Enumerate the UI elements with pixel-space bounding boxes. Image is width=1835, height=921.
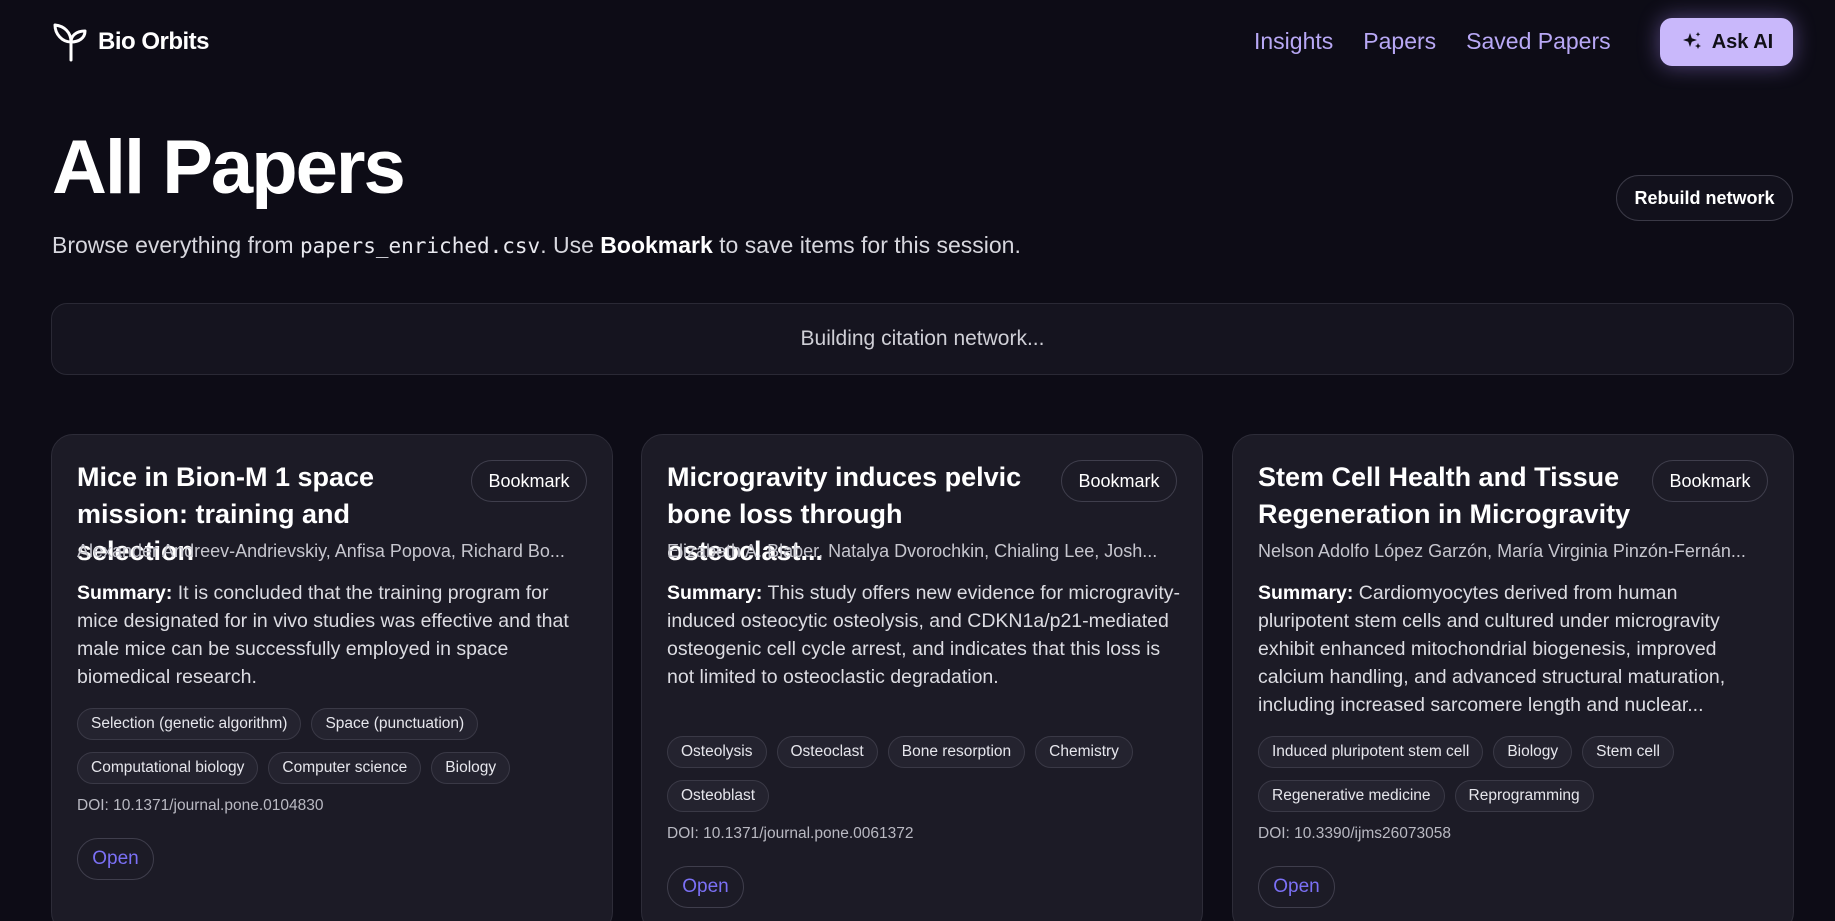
tag-list: Selection (genetic algorithm) Space (pun… (77, 708, 592, 784)
tag-list: Induced pluripotent stem cell Biology St… (1258, 736, 1773, 812)
paper-card: Microgravity induces pelvic bone loss th… (641, 434, 1203, 921)
tag[interactable]: Computer science (268, 752, 422, 784)
paper-doi: DOI: 10.1371/journal.pone.0104830 (77, 797, 324, 814)
bookmark-emphasis: Bookmark (600, 232, 713, 258)
ask-ai-label: Ask AI (1711, 30, 1774, 53)
ask-ai-button[interactable]: Ask AI (1660, 18, 1793, 66)
paper-doi: DOI: 10.3390/ijms26073058 (1258, 825, 1452, 842)
status-text: Building citation network... (800, 327, 1045, 350)
brand-name: Bio Orbits (98, 28, 210, 55)
tag-list: Osteolysis Osteoclast Bone resorption Ch… (667, 736, 1182, 812)
paper-card: Mice in Bion-M 1 space mission: training… (51, 434, 613, 921)
sparkles-icon (1682, 32, 1701, 49)
tag[interactable]: Biology (1493, 736, 1573, 768)
paper-authors: Alexander Andreev-Andrievskiy, Anfisa Po… (77, 541, 565, 561)
paper-title[interactable]: Stem Cell Health and Tissue Regeneration… (1258, 459, 1648, 533)
main-nav: Insights Papers Saved Papers (1254, 28, 1611, 55)
tag[interactable]: Osteoblast (667, 780, 770, 812)
page-subtitle: Browse everything from papers_enriched.c… (52, 232, 1021, 258)
brand-logo[interactable]: Bio Orbits (52, 22, 210, 62)
paper-card: Stem Cell Health and Tissue Regeneration… (1232, 434, 1794, 921)
paper-summary: Summary: It is concluded that the traini… (77, 582, 569, 688)
paper-authors: Elizabeth A. Blaber, Natalya Dvorochkin,… (667, 541, 1158, 561)
bookmark-button[interactable]: Bookmark (471, 460, 587, 502)
open-button[interactable]: Open (1258, 866, 1335, 908)
tag[interactable]: Space (punctuation) (311, 708, 479, 740)
paper-doi: DOI: 10.1371/journal.pone.0061372 (667, 825, 914, 842)
file-name: papers_enriched.csv (299, 234, 541, 258)
tag[interactable]: Regenerative medicine (1258, 780, 1445, 812)
top-bar: Bio Orbits Insights Papers Saved Papers … (0, 0, 1835, 84)
citation-network-status: Building citation network... (51, 303, 1794, 375)
tag[interactable]: Osteoclast (776, 736, 878, 768)
tag[interactable]: Chemistry (1035, 736, 1133, 768)
tag[interactable]: Selection (genetic algorithm) (77, 708, 302, 740)
open-button[interactable]: Open (77, 838, 154, 880)
tag[interactable]: Computational biology (77, 752, 259, 784)
rebuild-network-button[interactable]: Rebuild network (1616, 175, 1793, 221)
tag[interactable]: Bone resorption (887, 736, 1026, 768)
page-title: All Papers (52, 125, 406, 210)
tag[interactable]: Reprogramming (1454, 780, 1594, 812)
tag[interactable]: Biology (431, 752, 511, 784)
paper-authors: Nelson Adolfo López Garzón, María Virgin… (1258, 541, 1746, 561)
sprout-icon (53, 23, 87, 62)
tag[interactable]: Osteolysis (667, 736, 767, 768)
bookmark-button[interactable]: Bookmark (1061, 460, 1177, 502)
paper-summary: Summary: Cardiomyocytes derived from hum… (1258, 582, 1726, 716)
tag[interactable]: Stem cell (1582, 736, 1674, 768)
nav-papers[interactable]: Papers (1363, 28, 1436, 55)
tag[interactable]: Induced pluripotent stem cell (1258, 736, 1484, 768)
paper-summary: Summary: This study offers new evidence … (667, 582, 1180, 688)
nav-saved-papers[interactable]: Saved Papers (1466, 28, 1610, 55)
nav-insights[interactable]: Insights (1254, 28, 1333, 55)
bookmark-button[interactable]: Bookmark (1652, 460, 1768, 502)
open-button[interactable]: Open (667, 866, 744, 908)
